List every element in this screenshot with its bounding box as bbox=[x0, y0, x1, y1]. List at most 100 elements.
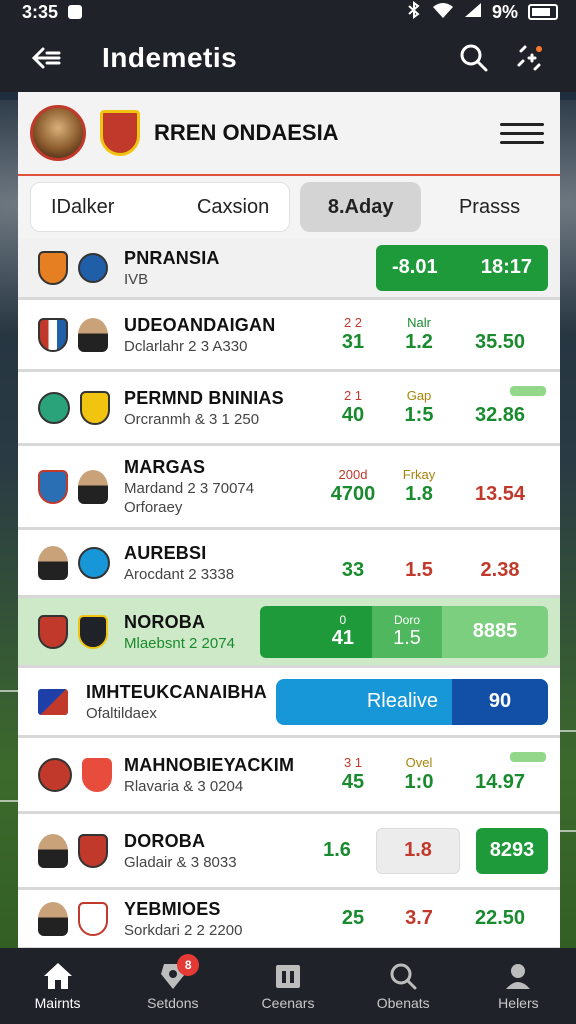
team-logo-icon bbox=[38, 469, 68, 504]
odds-home[interactable]: 33 bbox=[320, 543, 386, 582]
odds-draw[interactable]: Frkay 1.8 bbox=[386, 467, 452, 506]
team-sub-extra: Orforaey bbox=[124, 499, 183, 516]
nav-item-profile[interactable]: Helers bbox=[461, 948, 576, 1024]
tab-caxsion[interactable]: Caxsion bbox=[197, 196, 269, 219]
back-button[interactable] bbox=[18, 30, 74, 86]
list-item[interactable]: YEBMIOES Sorkdari 2 2 2200 25 3.7 22.50 bbox=[18, 890, 560, 950]
team-name: MARGAS bbox=[124, 457, 206, 477]
list-item[interactable]: DOROBA Gladair & 3 8033 1.6 1.8 8293 bbox=[18, 814, 560, 890]
odds-away[interactable]: 8885 bbox=[442, 605, 548, 658]
nav-item-calendar[interactable]: Ceenars bbox=[230, 948, 345, 1024]
app-bar: Indemetis bbox=[0, 24, 576, 92]
team-logo-icon bbox=[78, 614, 108, 649]
team-sub: Gladair & 3 8033 bbox=[124, 853, 237, 871]
team-logo-icon bbox=[38, 757, 72, 792]
team-logo-icon bbox=[78, 833, 108, 868]
flag-icon bbox=[38, 688, 68, 715]
pitch-line bbox=[0, 690, 18, 692]
list-item[interactable]: UDEOANDAIGAN Dclarlahr 2 3 A330 2 2 31 Na… bbox=[18, 300, 560, 372]
odds-draw[interactable]: Gap 1:5 bbox=[386, 388, 452, 427]
odds-home[interactable]: 2 1 40 bbox=[320, 388, 386, 427]
home-icon bbox=[43, 963, 72, 989]
team-name: UDEOANDAIGAN bbox=[124, 314, 276, 335]
team-crest-icon bbox=[100, 110, 140, 156]
odds-draw[interactable]: Nalr 1.2 bbox=[386, 315, 452, 354]
avatar[interactable] bbox=[30, 105, 86, 161]
team-name: PNRANSIA bbox=[124, 247, 220, 268]
realtime-value: 90 bbox=[452, 678, 548, 725]
odds-home[interactable]: 2 2 31 bbox=[320, 315, 386, 354]
odds-away[interactable]: 2.38 bbox=[452, 543, 548, 582]
team-logo-icon bbox=[78, 901, 108, 936]
odds-draw[interactable]: 1.5 bbox=[386, 543, 452, 582]
tab-group: IDalker Caxsion bbox=[30, 182, 291, 232]
tab-aday[interactable]: 8.Aday bbox=[300, 182, 422, 232]
tab-prasss[interactable]: Prasss bbox=[431, 182, 548, 232]
team-name: IMHTEUKCANAIBHA bbox=[86, 681, 267, 702]
team-sub: Orcranmh & 3 1 250 bbox=[124, 410, 260, 428]
notification-badge: 8 bbox=[177, 954, 200, 976]
odds-away[interactable]: 8293 bbox=[476, 827, 548, 874]
odds-away[interactable]: 35.50 bbox=[452, 315, 548, 354]
realtime-button[interactable]: Rlealive 90 bbox=[276, 678, 548, 725]
nav-item-matches[interactable]: Mairnts bbox=[0, 948, 115, 1024]
team-sub: Arocdant 2 3338 bbox=[124, 565, 235, 583]
odds-home[interactable]: 3 1 45 bbox=[320, 755, 386, 794]
odds-away[interactable]: 22.50 bbox=[452, 907, 548, 930]
menu-button[interactable] bbox=[500, 111, 544, 155]
team-name: NOROBA bbox=[124, 611, 206, 632]
pitch-line bbox=[560, 830, 576, 832]
odds-home[interactable]: 0 41 bbox=[260, 605, 372, 658]
team-logo-icon bbox=[38, 614, 68, 649]
list-item[interactable]: MARGAS Mardand 2 3 70074 Orforaey 200d 47… bbox=[18, 446, 560, 530]
team-sub: IVB bbox=[124, 270, 149, 288]
team-logo-icon bbox=[78, 546, 110, 579]
wifi-icon bbox=[432, 2, 454, 23]
list-item[interactable]: PNRANSIA IVB -8.01 18:17 bbox=[18, 238, 560, 300]
list-item-selected[interactable]: NOROBA Mlaebsnt 2 2074 0 41 Doro 1.5 888… bbox=[18, 598, 560, 668]
filter-button[interactable] bbox=[502, 30, 558, 86]
odds-left: -8.01 bbox=[392, 256, 438, 278]
odds-right: 18:17 bbox=[480, 256, 532, 278]
realtime-label: Rlealive bbox=[366, 690, 438, 712]
user-icon bbox=[506, 964, 531, 989]
odds-away[interactable]: 13.54 bbox=[452, 467, 548, 506]
odds-draw[interactable]: 3.7 bbox=[386, 907, 452, 930]
list-item[interactable]: MAHNOBIEYACKIM Rlavaria & 3 0204 3 1 45 O… bbox=[18, 738, 560, 814]
bottom-nav: Mairnts 8 Setdons Ceenars Obenats Helers bbox=[0, 948, 576, 1024]
odds-draw[interactable]: Ovel 1:0 bbox=[386, 755, 452, 794]
battery-percent: 9% bbox=[491, 1, 518, 22]
live-odds-group: 0 41 Doro 1.5 8885 bbox=[260, 605, 548, 658]
match-list: PNRANSIA IVB -8.01 18:17 UDEOANDAIGAN Dc… bbox=[18, 238, 560, 950]
odds-home[interactable]: 1.6 bbox=[304, 839, 370, 862]
notification-icon bbox=[68, 5, 83, 19]
team-sub: Sorkdari 2 2 2200 bbox=[124, 921, 243, 939]
team-logo-icon bbox=[80, 390, 110, 425]
team-sub: Mlaebsnt 2 2074 bbox=[124, 634, 235, 652]
trend-bar bbox=[510, 752, 546, 762]
odds-draw[interactable]: Doro 1.5 bbox=[372, 605, 442, 658]
calendar-icon bbox=[276, 965, 300, 988]
team-logo-icon bbox=[38, 317, 68, 352]
tab-bar: IDalker Caxsion 8.Aday Prasss bbox=[18, 176, 560, 238]
nav-item-search[interactable]: Obenats bbox=[346, 948, 461, 1024]
list-item[interactable]: IMHTEUKCANAIBHA Ofaltildaex Rlealive 90 bbox=[18, 668, 560, 738]
list-item[interactable]: AUREBSI Arocdant 2 3338 33 1.5 2.38 bbox=[18, 530, 560, 598]
signal-icon bbox=[464, 2, 482, 23]
team-name: MAHNOBIEYACKIM bbox=[124, 754, 295, 775]
odds-draw[interactable]: 1.8 bbox=[376, 827, 460, 874]
team-sub: Mardand 2 3 70074 bbox=[124, 480, 255, 497]
nav-item-sections[interactable]: 8 Setdons bbox=[115, 948, 230, 1024]
pitch-line bbox=[560, 730, 576, 732]
team-name: DOROBA bbox=[124, 830, 206, 851]
odds-home[interactable]: 25 bbox=[320, 907, 386, 930]
odds-home[interactable]: 200d 4700 bbox=[320, 467, 386, 506]
list-item[interactable]: PERMND BNINIAS Orcranmh & 3 1 250 2 1 40 … bbox=[18, 372, 560, 446]
player-avatar bbox=[38, 833, 68, 868]
team-name: PERMND BNINIAS bbox=[124, 387, 284, 408]
sparkle-icon bbox=[517, 45, 542, 71]
live-odds-button[interactable]: -8.01 18:17 bbox=[376, 244, 548, 291]
tab-dalker[interactable]: IDalker bbox=[51, 196, 114, 219]
team-name: YEBMIOES bbox=[124, 898, 221, 919]
search-button[interactable] bbox=[446, 30, 502, 86]
